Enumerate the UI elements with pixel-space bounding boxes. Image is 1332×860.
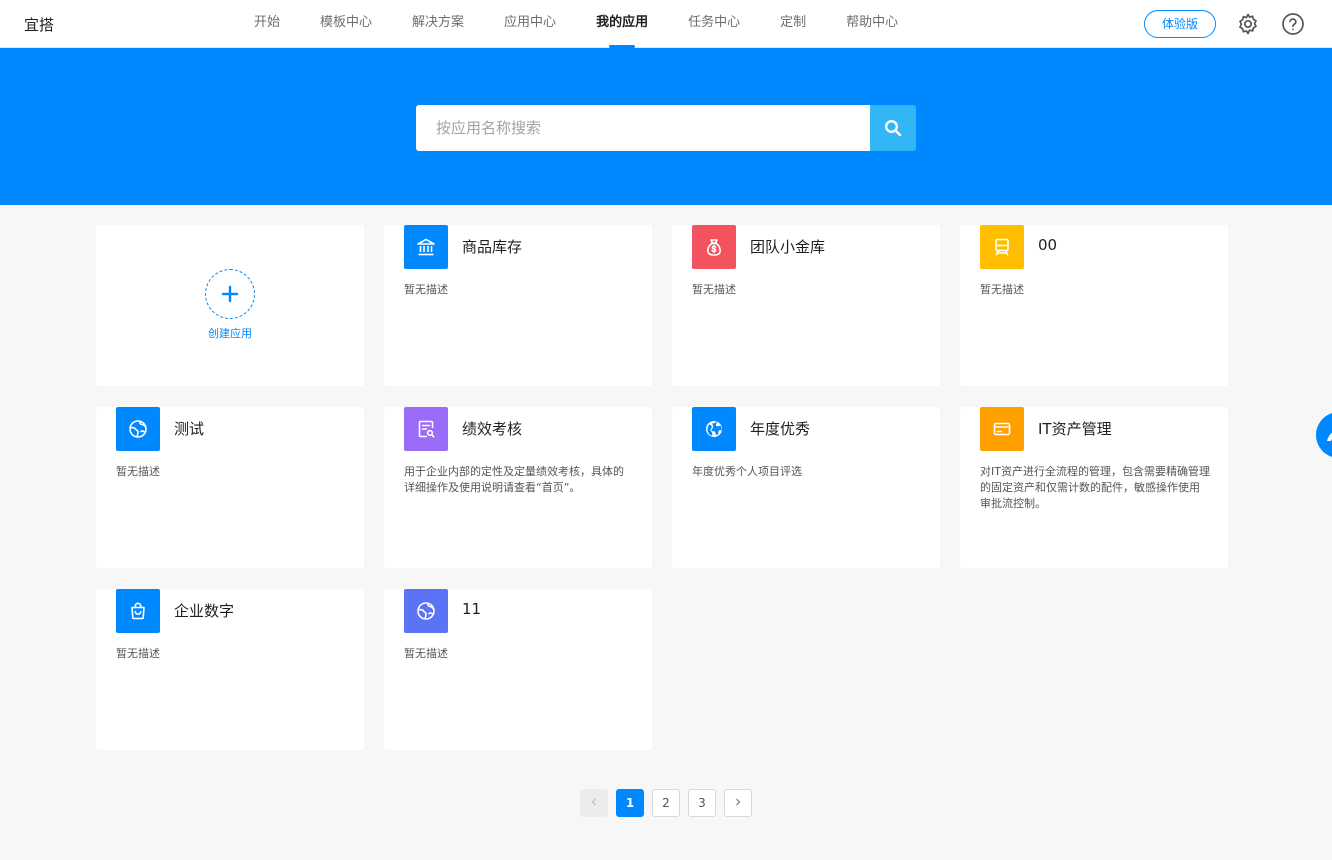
app-description: 年度优秀个人项目评选 [692,465,802,478]
nav-item-my-apps[interactable]: 我的应用 [596,0,648,48]
app-description: 暂无描述 [404,283,448,296]
create-app-card[interactable]: 创建应用 [96,225,364,386]
app-name: 团队小金库 [750,238,826,256]
next-page-button[interactable] [724,789,752,817]
app-card[interactable]: 绩效考核 用于企业内部的定性及定量绩效考核，具体的详细操作及使用说明请查看“首页… [384,407,652,568]
page-button-3[interactable]: 3 [688,789,716,817]
page-button-2[interactable]: 2 [652,789,680,817]
app-card[interactable]: IT资产管理 对IT资产进行全流程的管理，包含需要精确管理的固定资产和仅需计数的… [960,407,1228,568]
search-icon [884,119,902,137]
prev-page-button[interactable] [580,789,608,817]
app-name: IT资产管理 [1038,420,1112,438]
trial-version-button[interactable]: 体验版 [1144,10,1216,38]
app-description: 对IT资产进行全流程的管理，包含需要精确管理的固定资产和仅需计数的配件，敏感操作… [980,465,1210,510]
bag-icon [116,589,160,633]
app-description: 暂无描述 [980,283,1024,296]
nav-item-app-center[interactable]: 应用中心 [504,0,556,48]
globe-icon [116,407,160,451]
globe-icon [404,589,448,633]
app-name: 11 [462,600,482,618]
report-icon [404,407,448,451]
assistant-icon [1327,432,1332,441]
app-description: 暂无描述 [116,465,160,478]
app-description: 暂无描述 [692,283,736,296]
create-app-label: 创建应用 [208,327,252,340]
nav-item-help-center[interactable]: 帮助中心 [846,0,898,48]
app-description: 暂无描述 [116,647,160,660]
bank-icon [404,225,448,269]
pagination: 1 2 3 [580,789,760,817]
brand-logo[interactable]: 宜搭 [24,14,54,35]
app-card[interactable]: 年度优秀 年度优秀个人项目评选 [672,407,940,568]
top-navbar: 宜搭 开始 模板中心 解决方案 应用中心 我的应用 任务中心 定制 帮助中心 体… [0,0,1332,48]
card-icon [980,407,1024,451]
nav-item-start[interactable]: 开始 [254,0,280,48]
app-name: 00 [1038,236,1058,254]
help-icon[interactable] [1281,12,1305,36]
app-description: 用于企业内部的定性及定量绩效考核，具体的详细操作及使用说明请查看“首页”。 [404,465,624,494]
nav-item-templates[interactable]: 模板中心 [320,0,372,48]
app-search-input[interactable] [416,105,870,151]
app-card[interactable]: 11 暂无描述 [384,589,652,750]
app-card[interactable]: 商品库存 暂无描述 [384,225,652,386]
app-name: 年度优秀 [750,420,811,438]
app-name: 测试 [174,420,205,438]
earth-icon [692,407,736,451]
train-icon [980,225,1024,269]
app-card[interactable]: 企业数字 暂无描述 [96,589,364,750]
page-button-1[interactable]: 1 [616,789,644,817]
nav-item-task-center[interactable]: 任务中心 [688,0,740,48]
chevron-right-icon [736,798,741,806]
app-name: 绩效考核 [462,420,523,438]
app-card[interactable]: 团队小金库 暂无描述 [672,225,940,386]
search-button[interactable] [870,105,916,151]
plus-icon [205,269,255,319]
app-name: 商品库存 [462,238,523,256]
app-card[interactable]: 00 暂无描述 [960,225,1228,386]
app-name: 企业数字 [174,602,235,620]
nav-item-custom[interactable]: 定制 [780,0,806,48]
gear-icon[interactable] [1236,12,1260,36]
chevron-left-icon [591,798,596,806]
money-bag-icon [692,225,736,269]
assistant-float-button[interactable] [1316,412,1332,458]
app-description: 暂无描述 [404,647,448,660]
nav-item-solutions[interactable]: 解决方案 [412,0,464,48]
main-nav: 开始 模板中心 解决方案 应用中心 我的应用 任务中心 定制 帮助中心 [254,0,938,48]
app-card[interactable]: 测试 暂无描述 [96,407,364,568]
search-banner [0,48,1332,205]
